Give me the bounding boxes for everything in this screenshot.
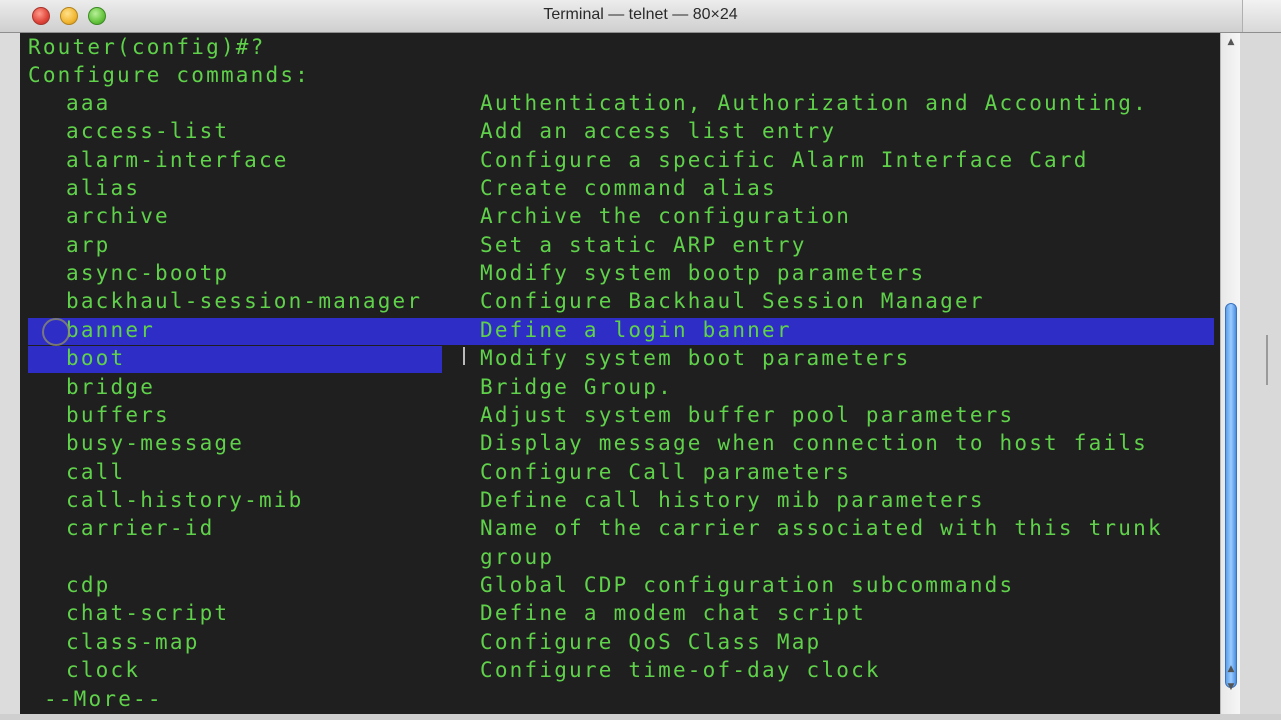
command-description: Configure a specific Alarm Interface Car… (480, 148, 1089, 172)
command-description: Add an access list entry (480, 119, 837, 143)
command-row: archive Archive the configuration (28, 202, 1208, 230)
header-line: Configure commands: (28, 63, 311, 87)
command-name: async-bootp (66, 261, 230, 285)
resize-handle[interactable] (1266, 335, 1268, 385)
command-name: archive (66, 204, 170, 228)
command-description: Archive the configuration (480, 204, 852, 228)
command-name: aaa (66, 91, 111, 115)
command-row: buffers Adjust system buffer pool paramet… (28, 401, 1208, 429)
command-name: boot (66, 346, 126, 370)
vertical-scrollbar[interactable]: ▲ ▲ ▼ (1220, 33, 1241, 715)
command-row: clock Configure time-of-day clock (28, 656, 1208, 684)
command-description: group (480, 545, 555, 569)
command-name: call-history-mib (66, 488, 304, 512)
command-row: cdp Global CDP configuration subcommands (28, 571, 1208, 599)
command-name: alias (66, 176, 141, 200)
command-description: Create command alias (480, 176, 777, 200)
command-name: class-map (66, 630, 200, 654)
command-row: call-history-mib Define call history mib … (28, 486, 1208, 514)
command-name: arp (66, 233, 111, 257)
command-description: Configure Backhaul Session Manager (480, 289, 985, 313)
command-row: boot Modify system boot parameters (28, 344, 1208, 372)
command-name: call (66, 460, 126, 484)
command-name: busy-message (66, 431, 245, 455)
command-description: Display message when connection to host … (480, 431, 1148, 455)
window-title: Terminal — telnet — 80×24 (543, 6, 738, 23)
command-row: access-list Add an access list entry (28, 117, 1208, 145)
terminal-content[interactable]: Router(config)#? Configure commands: aaa… (20, 33, 1220, 715)
command-row: carrier-id Name of the carrier associated… (28, 514, 1208, 542)
command-description: Configure QoS Class Map (480, 630, 822, 654)
command-row: arp Set a static ARP entry (28, 231, 1208, 259)
command-description: Global CDP configuration subcommands (480, 573, 1015, 597)
command-row: backhaul-session-manager Configure Backha… (28, 287, 1208, 315)
command-name: bridge (66, 375, 156, 399)
command-name: alarm-interface (66, 148, 289, 172)
command-row: call Configure Call parameters (28, 458, 1208, 486)
command-row: banner Define a login banner (28, 316, 1208, 344)
command-description: Modify system boot parameters (480, 346, 911, 370)
window-right-border (1240, 33, 1281, 715)
text-cursor-icon (463, 347, 465, 365)
command-description: Configure Call parameters (480, 460, 852, 484)
command-description: Name of the carrier associated with this… (480, 516, 1163, 540)
terminal-window: Terminal — telnet — 80×24 Router(config)… (0, 0, 1281, 720)
command-description: Define a modem chat script (480, 601, 866, 625)
command-description: Bridge Group. (480, 375, 673, 399)
command-description: Authentication, Authorization and Accoun… (480, 91, 1148, 115)
command-row: group (28, 543, 1208, 571)
window-bottom-border (0, 714, 1281, 720)
command-row: alarm-interface Configure a specific Alar… (28, 146, 1208, 174)
command-name: carrier-id (66, 516, 215, 540)
command-description: Set a static ARP entry (480, 233, 807, 257)
command-description: Adjust system buffer pool parameters (480, 403, 1015, 427)
scroll-up-icon[interactable]: ▲ (1225, 36, 1237, 48)
command-name: chat-script (66, 601, 230, 625)
title-bar[interactable]: Terminal — telnet — 80×24 (0, 0, 1281, 33)
command-name: buffers (66, 403, 170, 427)
mouse-click-indicator-icon (42, 318, 70, 346)
command-description: Modify system bootp parameters (480, 261, 926, 285)
command-row: aaa Authentication, Authorization and Acc… (28, 89, 1208, 117)
command-name: banner (66, 318, 156, 342)
command-row: class-map Configure QoS Class Map (28, 628, 1208, 656)
command-name: access-list (66, 119, 230, 143)
command-row: alias Create command alias (28, 174, 1208, 202)
more-prompt: --More-- (44, 687, 163, 711)
scroll-thumb[interactable] (1225, 303, 1237, 688)
scroll-down-icon[interactable]: ▼ (1225, 681, 1237, 693)
command-description: Configure time-of-day clock (480, 658, 881, 682)
command-row: bridge Bridge Group. (28, 373, 1208, 401)
command-row: chat-script Define a modem chat script (28, 599, 1208, 627)
command-row: async-bootp Modify system bootp parameter… (28, 259, 1208, 287)
command-name: clock (66, 658, 141, 682)
toolbar-toggle-button[interactable] (1242, 0, 1281, 32)
command-description: Define a login banner (480, 318, 792, 342)
scroll-up-lower-icon[interactable]: ▲ (1225, 663, 1237, 675)
command-description: Define call history mib parameters (480, 488, 985, 512)
command-name: cdp (66, 573, 111, 597)
window-left-border (0, 33, 20, 720)
command-row: busy-message Display message when connect… (28, 429, 1208, 457)
prompt-line: Router(config)#? (28, 35, 266, 59)
command-name: backhaul-session-manager (66, 289, 423, 313)
